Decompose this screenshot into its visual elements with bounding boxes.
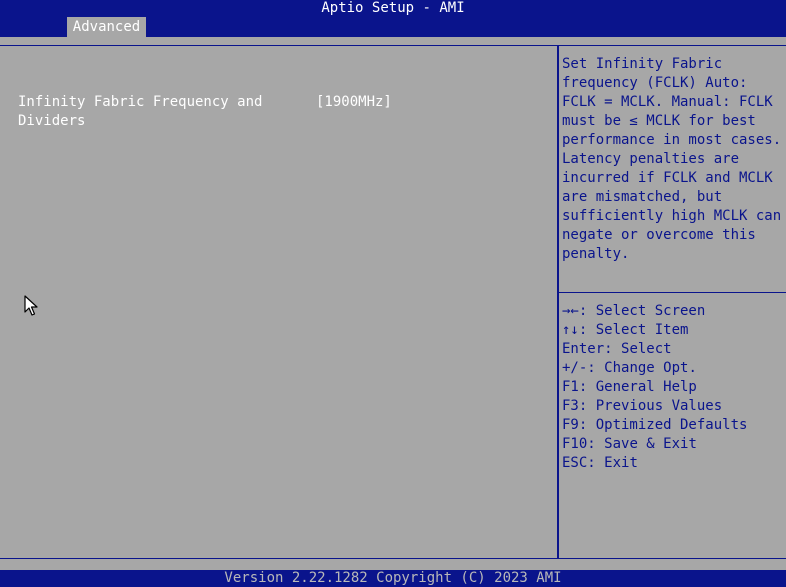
footer-version: Version 2.22.1282 Copyright (C) 2023 AMI: [0, 570, 786, 587]
key-legend-row: ESC: Exit: [562, 454, 784, 473]
key-action: : Save & Exit: [587, 436, 697, 452]
key-action: : General Help: [578, 379, 697, 395]
key-enter: Enter: [562, 341, 605, 357]
key-legend-row: F3: Previous Values: [562, 397, 784, 416]
bottom-divider: [0, 558, 786, 559]
key-legend-row: →←: Select Screen: [562, 302, 784, 321]
key-f1: F1: [562, 379, 579, 395]
key-esc: ESC: [562, 455, 588, 471]
help-divider: [559, 292, 786, 293]
key-legend-row: F1: General Help: [562, 378, 784, 397]
key-action: : Select Screen: [578, 303, 706, 319]
key-legend-row: +/-: Change Opt.: [562, 359, 784, 378]
top-bar: Aptio Setup - AMI Advanced: [0, 0, 786, 37]
key-legend-row: ↑↓: Select Item: [562, 321, 784, 340]
key-legend-row: Enter: Select: [562, 340, 784, 359]
key-legend-row: F10: Save & Exit: [562, 435, 784, 454]
vertical-divider: [557, 45, 559, 558]
key-action: : Select: [604, 341, 672, 357]
key-action: : Previous Values: [578, 398, 723, 414]
key-legend: →←: Select Screen ↑↓: Select Item Enter:…: [562, 302, 784, 473]
key-action: : Change Opt.: [587, 360, 697, 376]
key-plus-minus: +/-: [562, 360, 588, 376]
setting-infinity-fabric-label[interactable]: Infinity Fabric Frequency and Dividers: [18, 93, 308, 131]
key-f10: F10: [562, 436, 588, 452]
key-f9: F9: [562, 417, 579, 433]
setting-infinity-fabric-value[interactable]: [1900MHz]: [316, 93, 392, 112]
mouse-pointer-icon: [24, 295, 38, 316]
key-action: : Select Item: [578, 322, 689, 338]
app-title: Aptio Setup - AMI: [321, 0, 465, 16]
key-legend-row: F9: Optimized Defaults: [562, 416, 784, 435]
help-text: Set Infinity Fabric frequency (FCLK) Aut…: [562, 56, 782, 262]
tab-advanced[interactable]: Advanced: [67, 17, 146, 37]
key-action: : Exit: [587, 455, 638, 471]
key-f3: F3: [562, 398, 579, 414]
main-panel: Infinity Fabric Frequency and Dividers […: [0, 37, 786, 570]
top-divider: [0, 45, 786, 46]
key-arrows-ud: ↑↓: [562, 322, 579, 338]
key-arrows-lr: →←: [562, 303, 579, 319]
key-action: : Optimized Defaults: [578, 417, 748, 433]
